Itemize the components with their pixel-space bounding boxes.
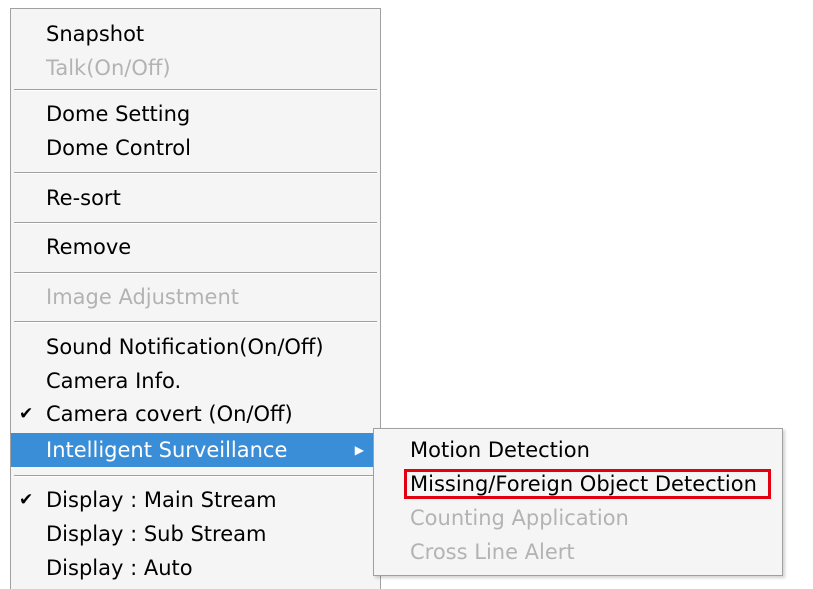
menu-item-label: Counting Application bbox=[410, 506, 629, 530]
menu-item-sound-notification[interactable]: Sound Notification(On/Off) bbox=[11, 330, 380, 364]
menu-separator bbox=[14, 222, 377, 224]
menu-item-label: Talk(On/Off) bbox=[46, 56, 171, 80]
menu-item-label: Snapshot bbox=[46, 22, 145, 46]
menu-item-label: Dome Setting bbox=[46, 102, 191, 126]
checkmark-icon: ✔ bbox=[19, 490, 34, 510]
menu-item-dome-setting[interactable]: Dome Setting bbox=[11, 97, 380, 131]
menu-separator bbox=[14, 272, 377, 274]
menu-item-label: Cross Line Alert bbox=[410, 540, 575, 564]
menu-item-resort[interactable]: Re-sort bbox=[11, 181, 380, 215]
menu-separator bbox=[14, 321, 377, 323]
menu-item-label: Camera covert (On/Off) bbox=[46, 402, 293, 426]
menu-separator bbox=[14, 172, 377, 174]
checkmark-icon: ✔ bbox=[19, 404, 34, 424]
menu-item-label: Display : Auto bbox=[46, 556, 193, 580]
menu-separator bbox=[14, 475, 377, 477]
submenu-item-counting-application: Counting Application bbox=[374, 501, 782, 535]
menu-separator bbox=[14, 89, 377, 91]
menu-item-display-main-stream[interactable]: ✔ Display : Main Stream bbox=[11, 483, 380, 517]
menu-item-label: Motion Detection bbox=[410, 438, 590, 462]
menu-item-snapshot[interactable]: Snapshot bbox=[11, 17, 380, 51]
menu-item-talk: Talk(On/Off) bbox=[11, 51, 380, 85]
menu-item-display-auto[interactable]: Display : Auto bbox=[11, 551, 380, 585]
menu-item-dome-control[interactable]: Dome Control bbox=[11, 131, 380, 165]
menu-item-camera-covert[interactable]: ✔ Camera covert (On/Off) bbox=[11, 397, 380, 431]
menu-item-label: Dome Control bbox=[46, 136, 191, 160]
menu-item-label: Display : Sub Stream bbox=[46, 522, 267, 546]
menu-item-label: Re-sort bbox=[46, 186, 121, 210]
menu-item-intelligent-surveillance[interactable]: Intelligent Surveillance ▶ bbox=[11, 433, 380, 467]
menu-item-display-sub-stream[interactable]: Display : Sub Stream bbox=[11, 517, 380, 551]
submenu-item-cross-line-alert: Cross Line Alert bbox=[374, 535, 782, 569]
menu-item-image-adjustment: Image Adjustment bbox=[11, 280, 380, 314]
menu-item-remove[interactable]: Remove bbox=[11, 230, 380, 264]
context-menu: Snapshot Talk(On/Off) Dome Setting Dome … bbox=[10, 8, 381, 589]
menu-item-label: Camera Info. bbox=[46, 369, 182, 393]
menu-item-camera-info[interactable]: Camera Info. bbox=[11, 364, 380, 398]
intelligent-surveillance-submenu: Motion Detection Missing/Foreign Object … bbox=[373, 428, 783, 576]
menu-item-label: Image Adjustment bbox=[46, 285, 240, 309]
triangle-right-icon: ▶ bbox=[354, 443, 364, 457]
annotation-highlight-box bbox=[404, 469, 771, 499]
submenu-item-motion-detection[interactable]: Motion Detection bbox=[374, 433, 782, 467]
menu-item-label: Intelligent Surveillance bbox=[46, 438, 288, 462]
menu-item-label: Display : Main Stream bbox=[46, 488, 277, 512]
menu-item-label: Remove bbox=[46, 235, 132, 259]
menu-item-label: Sound Notification(On/Off) bbox=[46, 335, 324, 359]
